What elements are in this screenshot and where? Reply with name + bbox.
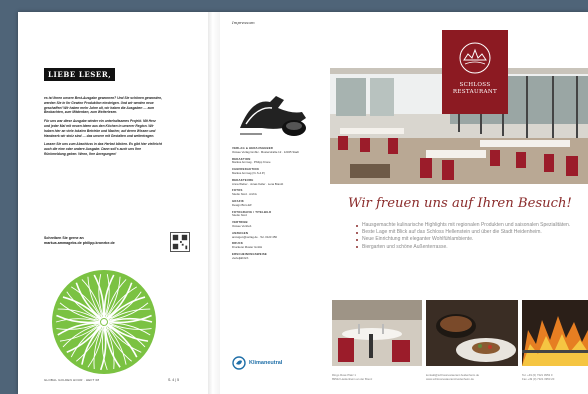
ad-bullet-list: Hausgemachte kulinarische Highlights mit…	[356, 222, 580, 251]
imprint-text: Ostsee Vertrieb	[232, 223, 252, 228]
imprint-text: Markus Ammag · Philipp Krone	[232, 160, 271, 165]
imprint-text: Markus Ammag (V.i.S.d.P.)	[232, 170, 266, 175]
editorial-signoff: Schreiben Sie gerne an markus.ammagebs.d…	[44, 236, 162, 246]
restaurant-name: SCHLOSS RESTAURANT	[452, 82, 498, 95]
imprint-text: Studio Nord · Archiv	[232, 192, 257, 197]
imprint-text: Studio Nord	[232, 213, 247, 218]
editorial-title: LIEBE LESER,	[44, 68, 116, 81]
imprint-text: anzeigen@verlag.de · Tel. 0123 456	[232, 234, 277, 239]
ad-bullet: Neue Einrichtung mit eleganter Wohlfühla…	[356, 236, 580, 243]
left-page-footer: GLOBAL GOLDEN HOUR · HEFT 08	[44, 378, 100, 382]
address-text: Ringo Rosé Platz 1 89522 Heidenheim an de…	[332, 373, 373, 381]
dish-photo	[426, 300, 518, 366]
tree-illustration	[52, 270, 156, 374]
ad-heading: Wir freuen uns auf Ihren Besuch!	[348, 196, 572, 211]
klimaneutral-badge: Klimaneutral	[232, 356, 282, 370]
table-setting-photo	[332, 300, 422, 366]
tree-core	[101, 319, 107, 325]
qr-code-icon	[170, 232, 190, 252]
right-page: Impressum VERLAG & HERAUSGEBER Ostsee Ver…	[220, 12, 588, 394]
editorial-paragraph: Lassen Sie uns zum Abschluss in das Herb…	[44, 142, 162, 156]
editorial-body: es ist Ihnen unsere Best-Ausgabe gewonne…	[44, 96, 162, 161]
contact-text[interactable]: kontakt@schlossrestaurant-heidenheim.de w…	[426, 373, 479, 381]
coffee-machine-illustration	[240, 96, 306, 136]
editorial-paragraph: es ist Ihnen unsere Best-Ausgabe gewonne…	[44, 96, 162, 115]
ad-footer-phone: Tel. +49 (0) 7321 3953 0 Fax +49 (0) 7321…	[522, 373, 588, 382]
ad-bullet: Biergarten und schöne Außenterrasse.	[356, 244, 580, 251]
ad-footer-address: Ringo Rosé Platz 1 89522 Heidenheim an de…	[332, 373, 412, 382]
klimaneutral-label: Klimaneutral	[249, 360, 283, 366]
restaurant-logo-badge: SCHLOSS RESTAURANT	[442, 30, 508, 114]
section-label: Impressum	[232, 20, 255, 25]
phone-text[interactable]: Tel. +49 (0) 7321 3953 0 Fax +49 (0) 7321…	[522, 373, 554, 381]
castle-emblem-icon	[459, 42, 491, 74]
imprint-text: vierteljährlich	[232, 255, 249, 260]
imprint-block: VERLAG & HERAUSGEBER Ostsee Verlag GmbH ·…	[232, 144, 314, 261]
ad-bullet: Hausgemachte kulinarische Highlights mit…	[356, 222, 580, 229]
imprint-text: Anna Weber · Jonas Keller · Lena Brandt	[232, 181, 284, 186]
contact-emails[interactable]: markus.ammagebs.de philipp.kronebe.de	[44, 241, 162, 246]
editorial-paragraph: Für uns war diese Ausgabe wieder ein unt…	[44, 119, 156, 138]
imprint-text: Druckerei Muster GmbH	[232, 245, 263, 250]
grill-fire-photo	[522, 300, 588, 366]
ad-footer-contact: kontakt@schlossrestaurant-heidenheim.de w…	[426, 373, 526, 382]
imprint-text: Ostsee Verlag GmbH · Musterstraße 12 · 1…	[232, 149, 299, 154]
ad-bullet: Beste Lage mit Blick auf das Schloss Hel…	[356, 229, 580, 236]
magazine-spread: LIEBE LESER, es ist Ihnen unsere Best-Au…	[18, 12, 588, 394]
globe-leaf-icon	[232, 356, 246, 370]
page-gutter	[208, 12, 220, 394]
page-number: S. 4 | 5	[168, 378, 180, 382]
left-page: LIEBE LESER, es ist Ihnen unsere Best-Au…	[18, 12, 208, 394]
imprint-text: Design Büro Elf	[232, 202, 252, 207]
